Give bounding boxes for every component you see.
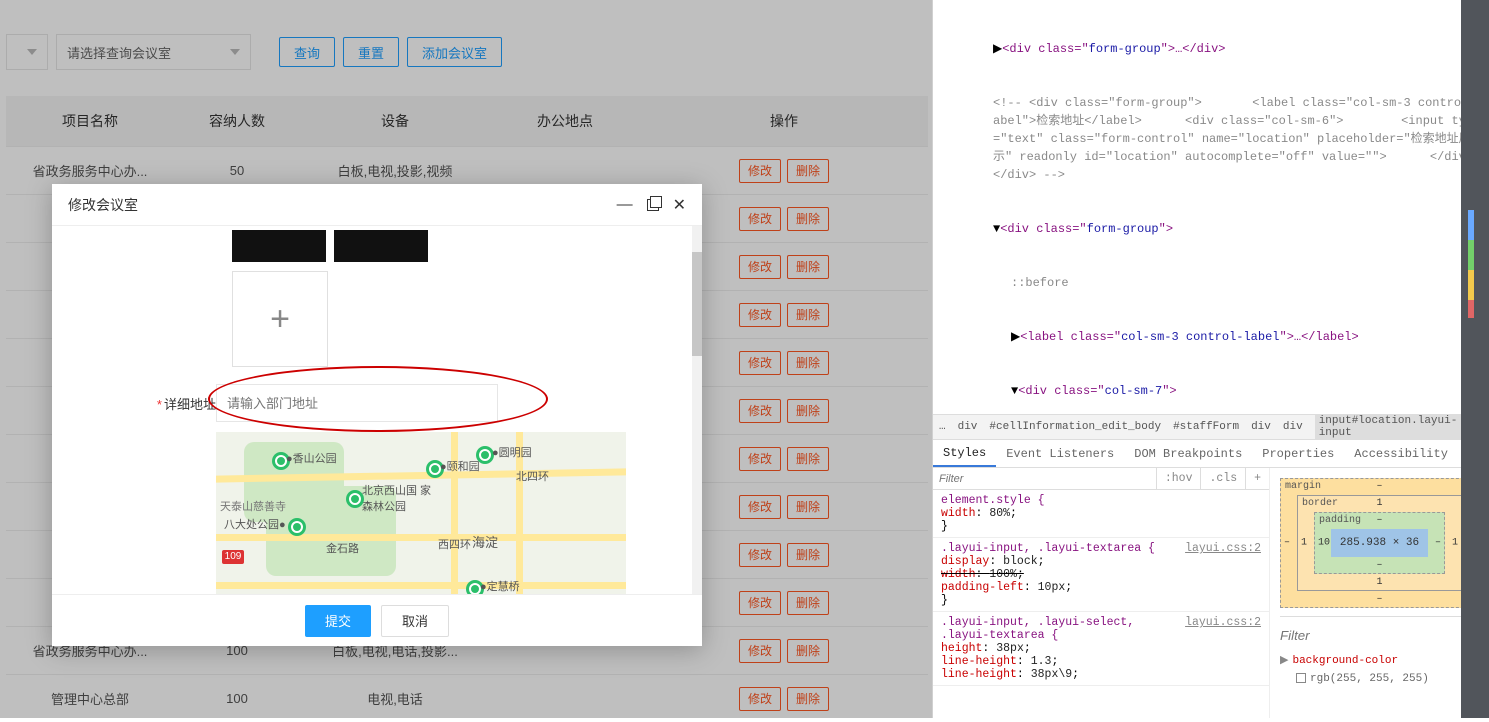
computed-filter-input[interactable]	[1280, 628, 1459, 643]
hov-toggle[interactable]: :hov	[1156, 468, 1201, 489]
map-label: 军庄路	[328, 592, 361, 594]
upload-add-tile[interactable]: +	[232, 271, 328, 367]
tab-dom-breakpoints[interactable]: DOM Breakpoints	[1124, 440, 1252, 467]
add-rule-button[interactable]: +	[1245, 468, 1269, 489]
side-strip	[1461, 0, 1489, 718]
map-label: ●定慧桥	[480, 578, 520, 594]
image-thumb	[334, 230, 428, 262]
cancel-button[interactable]: 取消	[381, 605, 449, 637]
map-widget[interactable]: ●圆明园 ●香山公园 ●颐和园 北京西山国 家森林公园 天泰山慈善寺 八大处公园…	[216, 432, 626, 594]
tab-accessibility[interactable]: Accessibility	[1344, 440, 1458, 467]
tab-styles[interactable]: Styles	[933, 440, 996, 467]
map-label: ●圆明园	[492, 444, 532, 460]
modal-scrollbar[interactable]	[692, 226, 702, 594]
map-label: ●香山公园	[286, 450, 337, 466]
modal-body: + *详细地址 ●圆明园	[52, 226, 702, 594]
elements-tree[interactable]: ▶<div class="form-group">…</div> <!-- <d…	[933, 0, 1489, 414]
edit-room-modal: 修改会议室 — ✕ + *详细地址	[52, 184, 702, 646]
map-label: 西四环	[438, 536, 471, 552]
map-label: 北四环	[516, 468, 549, 484]
map-label: 金石路	[326, 540, 359, 556]
devtools-panel: ▶<div class="form-group">…</div> <!-- <d…	[932, 0, 1489, 718]
submit-button[interactable]: 提交	[305, 605, 371, 637]
plus-icon: +	[270, 300, 290, 339]
modal-footer: 提交 取消	[52, 594, 702, 646]
box-model: margin –––– border 1111 padding ––10– 28…	[1269, 468, 1489, 718]
map-label: 海淀	[472, 532, 498, 551]
image-thumb	[232, 230, 326, 262]
cls-toggle[interactable]: .cls	[1200, 468, 1245, 489]
minimize-icon[interactable]: —	[617, 196, 633, 214]
detail-address-label: *详细地址	[136, 394, 216, 413]
close-icon[interactable]: ✕	[673, 195, 686, 215]
annotation-ellipse	[208, 366, 548, 432]
modal-header: 修改会议室 — ✕	[52, 184, 702, 226]
breadcrumb[interactable]: … div #cellInformation_edit_body #staffF…	[933, 414, 1489, 440]
tab-properties[interactable]: Properties	[1252, 440, 1344, 467]
modal-title: 修改会议室	[68, 195, 138, 215]
css-rules[interactable]: :hov .cls + element.style { width: 80%; …	[933, 468, 1269, 718]
map-label: 北京西山国 家森林公园	[362, 482, 432, 514]
map-label: 天泰山慈善寺	[220, 498, 286, 514]
map-label: 八大处公园●	[224, 516, 286, 532]
maximize-icon[interactable]	[647, 199, 659, 211]
styles-filter-input[interactable]	[933, 468, 1156, 489]
styles-tabs[interactable]: Styles Event Listeners DOM Breakpoints P…	[933, 440, 1489, 468]
map-label: ●颐和园	[440, 458, 480, 474]
main-app-area: 请选择查询会议室 查询 重置 添加会议室 项目名称 容纳人数 设备 办公地点 操…	[0, 0, 932, 718]
tab-event-listeners[interactable]: Event Listeners	[996, 440, 1124, 467]
route-shield: 109	[222, 550, 244, 564]
